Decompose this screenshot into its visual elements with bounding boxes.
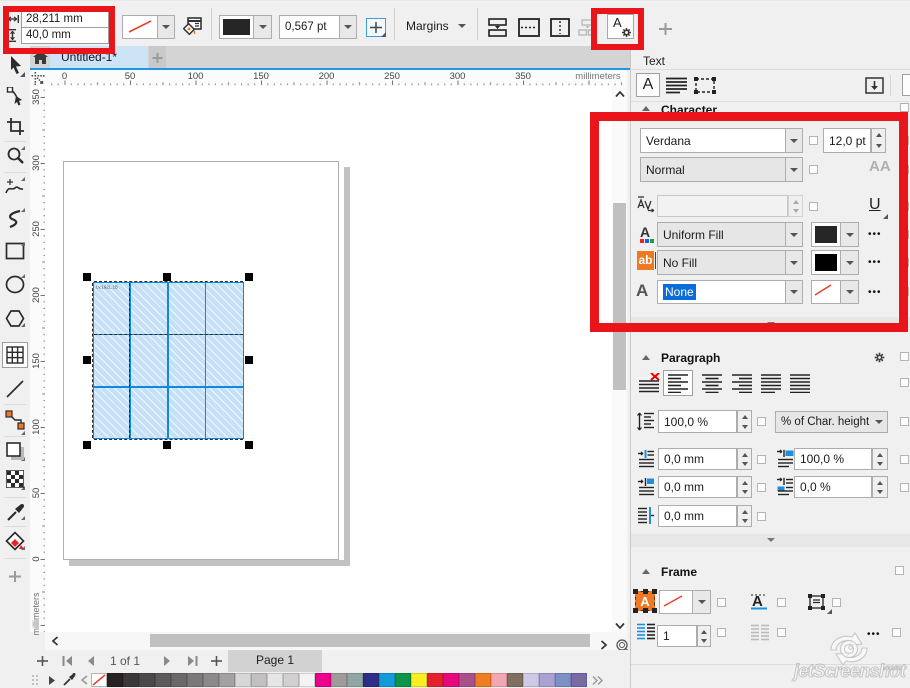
svg-text:50: 50: [125, 71, 136, 82]
svg-text:350: 350: [515, 71, 531, 82]
svg-text:millimeters: millimeters: [575, 71, 621, 82]
svg-text:300: 300: [450, 71, 466, 82]
svg-text:250: 250: [384, 71, 400, 82]
svg-text:250: 250: [31, 221, 42, 237]
svg-text:A: A: [752, 593, 763, 610]
svg-text:100: 100: [188, 71, 204, 82]
svg-text:100: 100: [31, 419, 42, 435]
svg-text:200: 200: [319, 71, 335, 82]
svg-text:50: 50: [31, 488, 42, 499]
svg-text:200: 200: [31, 287, 42, 303]
svg-text:150: 150: [253, 71, 269, 82]
svg-text:0: 0: [31, 556, 42, 561]
svg-text:150: 150: [31, 353, 42, 369]
svg-text:350: 350: [31, 89, 42, 105]
svg-text:0: 0: [62, 71, 67, 82]
svg-text:millimeters: millimeters: [31, 592, 41, 636]
svg-text:300: 300: [31, 155, 42, 171]
